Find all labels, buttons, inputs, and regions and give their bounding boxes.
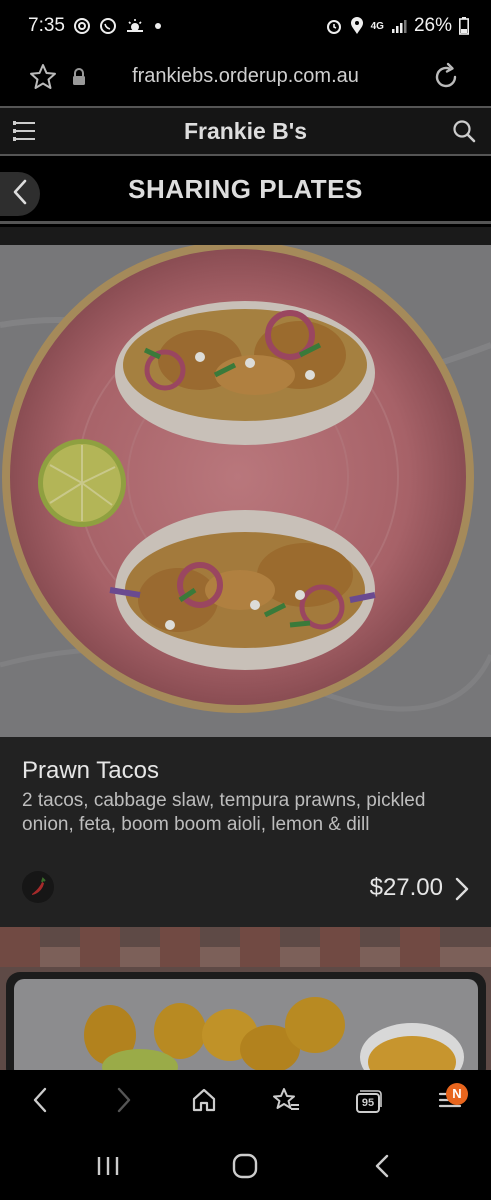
item-description: 2 tacos, cabbage slaw, tempura prawns, p… [22, 790, 426, 835]
chevron-left-icon [374, 1153, 390, 1184]
tabs-count: 95 [361, 1097, 375, 1109]
browser-forward-button[interactable] [104, 1084, 144, 1120]
site-header: Frankie B's [0, 106, 491, 156]
browser-tabs-button[interactable]: 95 [348, 1084, 388, 1120]
system-back-button[interactable] [362, 1152, 402, 1184]
search-icon[interactable] [451, 118, 477, 149]
chevron-left-icon [32, 1086, 48, 1119]
url-text[interactable]: frankiebs.orderup.com.au [0, 65, 491, 88]
home-button[interactable] [225, 1152, 265, 1184]
section-divider [0, 227, 491, 245]
weather-icon [125, 17, 145, 35]
recent-apps-icon [95, 1155, 121, 1182]
browser-bookmarks-button[interactable] [266, 1084, 306, 1120]
browser-back-button[interactable] [20, 1084, 60, 1120]
reload-icon[interactable] [431, 62, 461, 97]
next-item-image[interactable] [0, 927, 491, 1072]
menu-item-card[interactable]: Prawn Tacos 2 tacos, cabbage slaw, tempu… [0, 737, 491, 927]
home-circle-icon [231, 1152, 259, 1185]
status-time: 7:35 [28, 15, 65, 36]
browser-menu-button[interactable]: N [430, 1082, 470, 1120]
chili-icon [22, 871, 54, 903]
category-title: SHARING PLATES [128, 174, 363, 204]
recent-apps-button[interactable] [88, 1152, 128, 1184]
prawn-tacos-image[interactable] [0, 245, 491, 737]
menu-badge: N [446, 1082, 468, 1105]
chevron-right-icon[interactable] [455, 877, 469, 906]
browser-home-button[interactable] [184, 1084, 224, 1120]
item-price: $27.00 [369, 874, 443, 901]
notification-dot-icon [153, 21, 163, 31]
site-brand[interactable]: Frankie B's [0, 118, 491, 145]
bookmarks-star-icon [271, 1086, 301, 1119]
tabs-icon: 95 [354, 1089, 382, 1115]
location-icon [350, 17, 364, 35]
signal-icon [391, 18, 407, 34]
chevron-right-icon [116, 1086, 132, 1119]
whatsapp-icon [99, 17, 117, 35]
system-nav-bar [0, 1134, 491, 1200]
menu-icon: N [438, 1082, 468, 1116]
category-header: SHARING PLATES [0, 156, 491, 224]
battery-percent: 26% [413, 15, 452, 36]
item-name: Prawn Tacos [22, 757, 159, 784]
threads-icon [73, 17, 91, 35]
browser-toolbar: 95 N [0, 1070, 491, 1134]
status-bar: 7:35 4G 26% [0, 0, 491, 52]
battery-icon [459, 17, 469, 35]
alarm-icon [325, 17, 343, 35]
browser-url-bar: frankiebs.orderup.com.au [0, 52, 491, 106]
home-icon [190, 1086, 218, 1119]
network-label: 4G [370, 20, 384, 32]
